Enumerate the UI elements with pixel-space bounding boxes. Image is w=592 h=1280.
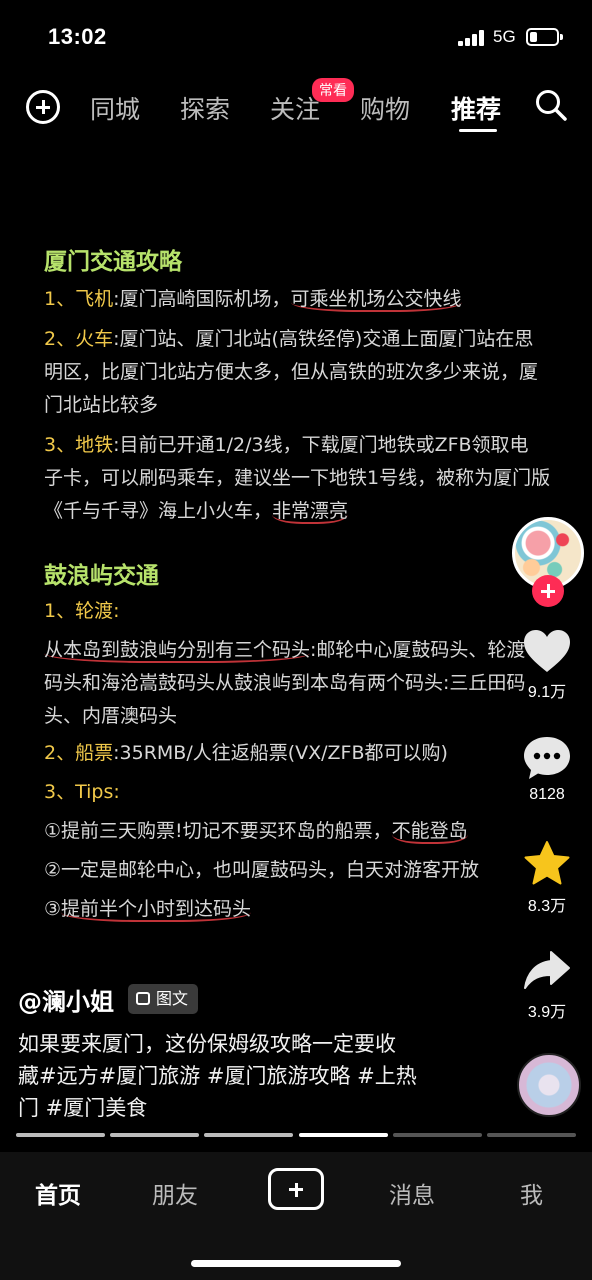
description-line-2[interactable]: 藏#远方#厦门旅游 #厦门旅游攻略 #上热	[18, 1060, 417, 1090]
active-tab-indicator	[459, 129, 497, 132]
plus-circle-icon[interactable]	[26, 90, 60, 124]
text-tip-1: ①提前三天购票!切记不要买环岛的船票，不能登岛	[44, 820, 468, 844]
description-line-3[interactable]: 门 #厦门美食	[18, 1092, 147, 1122]
home-indicator[interactable]	[191, 1260, 401, 1267]
text-ferry-2: 码头和海沧嵩鼓码头从鼓浪屿到本岛有两个码头:三丘田码	[44, 672, 526, 694]
tab-messages[interactable]: 消息	[389, 1176, 435, 1210]
author-name[interactable]: @澜小姐	[18, 982, 114, 1017]
create-plus-icon[interactable]	[268, 1168, 324, 1210]
top-nav: 同城 探索 关注 常看 购物 推荐	[0, 78, 592, 140]
text-metro-2: 子卡，可以刷码乘车，建议坐一下地铁1号线，被称为厦门版	[44, 467, 551, 489]
text-ferry-3: 头、内厝澳码头	[44, 705, 178, 727]
progress-segment	[204, 1133, 293, 1137]
text-ferry-title: 1、轮渡:	[44, 600, 120, 622]
text-train-2: 明区，比厦门北站方便太多，但从高铁的班次多少来说，厦	[44, 361, 539, 383]
tab-friends[interactable]: 朋友	[152, 1176, 198, 1210]
progress-segment	[487, 1133, 576, 1137]
status-bar: 13:02 5G	[0, 0, 592, 70]
text-metro-1: 3、地铁:目前已开通1/2/3线，下载厦门地铁或ZFB领取电	[44, 434, 529, 456]
post-image[interactable]: 厦门交通攻略 1、飞机:厦门高崎国际机场，可乘坐机场公交快线 2、火车:厦门站、…	[0, 200, 592, 960]
text-train-1: 2、火车:厦门站、厦门北站(高铁经停)交通上面厦门站在思	[44, 328, 534, 350]
comment-icon	[524, 737, 570, 779]
tab-shopping[interactable]: 购物	[360, 90, 410, 126]
signal-bars-icon	[458, 30, 486, 46]
bottom-tab-bar: 首页 朋友 消息 我	[0, 1152, 592, 1280]
progress-segment-active	[299, 1133, 388, 1137]
often-watched-badge: 常看	[312, 78, 354, 102]
text-tips-title: 3、Tips:	[44, 781, 120, 803]
text-tip-3: ③提前半个小时到达码头	[44, 898, 252, 922]
share-count: 3.9万	[527, 1004, 567, 1021]
tab-recommend[interactable]: 推荐	[451, 90, 501, 126]
star-icon	[524, 841, 570, 885]
comment-count: 8128	[529, 786, 565, 803]
music-disc-icon[interactable]	[517, 1053, 581, 1117]
tab-explore[interactable]: 探索	[180, 90, 230, 126]
battery-icon	[526, 28, 563, 46]
progress-segment	[16, 1133, 105, 1137]
progress-segment	[110, 1133, 199, 1137]
tab-local[interactable]: 同城	[90, 90, 140, 126]
share-icon	[524, 951, 570, 989]
network-type: 5G	[493, 27, 516, 46]
heading-gulangyu: 鼓浪屿交通	[44, 563, 159, 589]
like-count: 9.1万	[527, 684, 567, 701]
text-metro-3: 《千与千寻》海上小火车，非常漂亮	[44, 500, 349, 524]
heart-icon	[524, 630, 570, 672]
favorite-count: 8.3万	[527, 898, 567, 915]
like-button[interactable]: 9.1万	[515, 628, 579, 702]
tab-me[interactable]: 我	[520, 1176, 543, 1210]
text-ferry-1: 从本岛到鼓浪屿分别有三个码头:邮轮中心厦鼓码头、轮渡	[44, 639, 526, 663]
heading-xiamen-transport: 厦门交通攻略	[44, 249, 182, 275]
image-progress-indicator	[16, 1133, 576, 1137]
follow-plus-icon[interactable]	[532, 575, 564, 607]
text-ticket: 2、船票:35RMB/人往返船票(VX/ZFB都可以购)	[44, 742, 448, 764]
text-air: 1、飞机:厦门高崎国际机场，可乘坐机场公交快线	[44, 288, 462, 312]
progress-segment	[393, 1133, 482, 1137]
favorite-button[interactable]: 8.3万	[515, 840, 579, 916]
gallery-icon	[136, 992, 150, 1005]
share-button[interactable]: 3.9万	[515, 948, 579, 1022]
status-time: 13:02	[48, 24, 107, 49]
text-train-3: 门北站比较多	[44, 394, 159, 416]
description-line-1: 如果要来厦门，这份保姆级攻略一定要收	[18, 1032, 396, 1056]
tab-home[interactable]: 首页	[35, 1176, 81, 1210]
text-tip-2: ②一定是邮轮中心，也叫厦鼓码头，白天对游客开放	[44, 859, 480, 881]
comment-button[interactable]: 8128	[515, 734, 579, 804]
image-text-chip: 图文	[128, 984, 199, 1014]
search-icon[interactable]	[534, 88, 568, 122]
